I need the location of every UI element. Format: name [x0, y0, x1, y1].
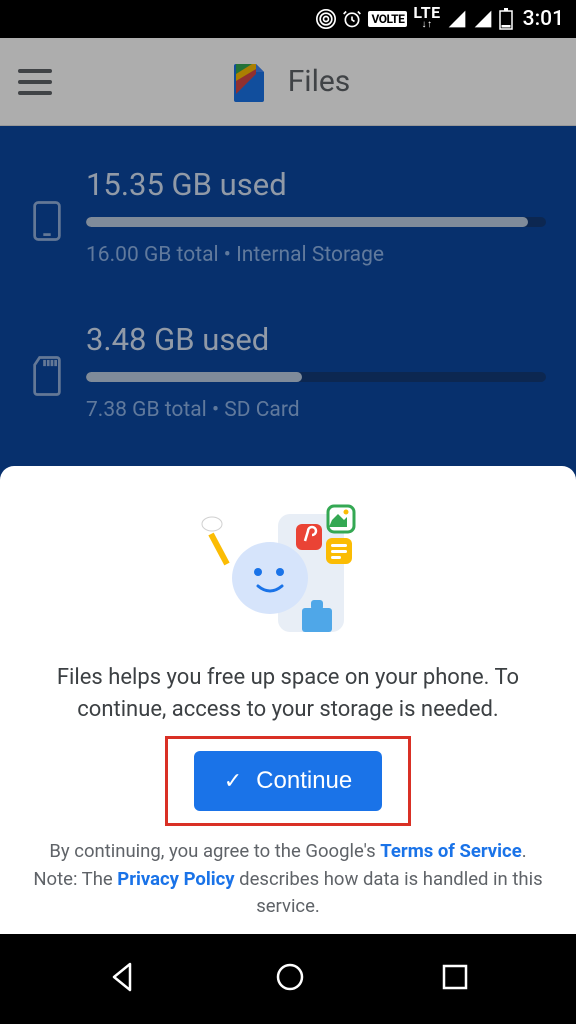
- clock: 3:01: [523, 7, 564, 31]
- recent-icon[interactable]: [440, 962, 470, 996]
- continue-label: Continue: [256, 767, 352, 795]
- volte-badge: VOLTE: [368, 11, 407, 27]
- permission-sheet: Files helps you free up space on your ph…: [0, 466, 576, 934]
- signal-1-icon: [447, 9, 467, 29]
- highlight-annotation: ✓ Continue: [165, 736, 412, 826]
- legal-text: By continuing, you agree to the Google's…: [24, 838, 552, 921]
- nav-bar: [0, 934, 576, 1024]
- alarm-icon: [342, 9, 362, 29]
- hotspot-icon: [316, 9, 336, 29]
- lte-indicator: LTE↓↑: [413, 7, 440, 31]
- status-bar: VOLTE LTE↓↑ 3:01: [0, 0, 576, 38]
- back-icon[interactable]: [106, 960, 140, 998]
- tos-link[interactable]: Terms of Service: [380, 840, 521, 862]
- privacy-link[interactable]: Privacy Policy: [117, 868, 234, 890]
- battery-icon: [499, 8, 513, 30]
- home-icon[interactable]: [273, 960, 307, 998]
- check-icon: ✓: [224, 768, 242, 794]
- cleanup-illustration-icon: [178, 496, 398, 646]
- continue-button[interactable]: ✓ Continue: [194, 751, 383, 811]
- signal-2-icon: [473, 9, 493, 29]
- permission-message: Files helps you free up space on your ph…: [24, 662, 552, 726]
